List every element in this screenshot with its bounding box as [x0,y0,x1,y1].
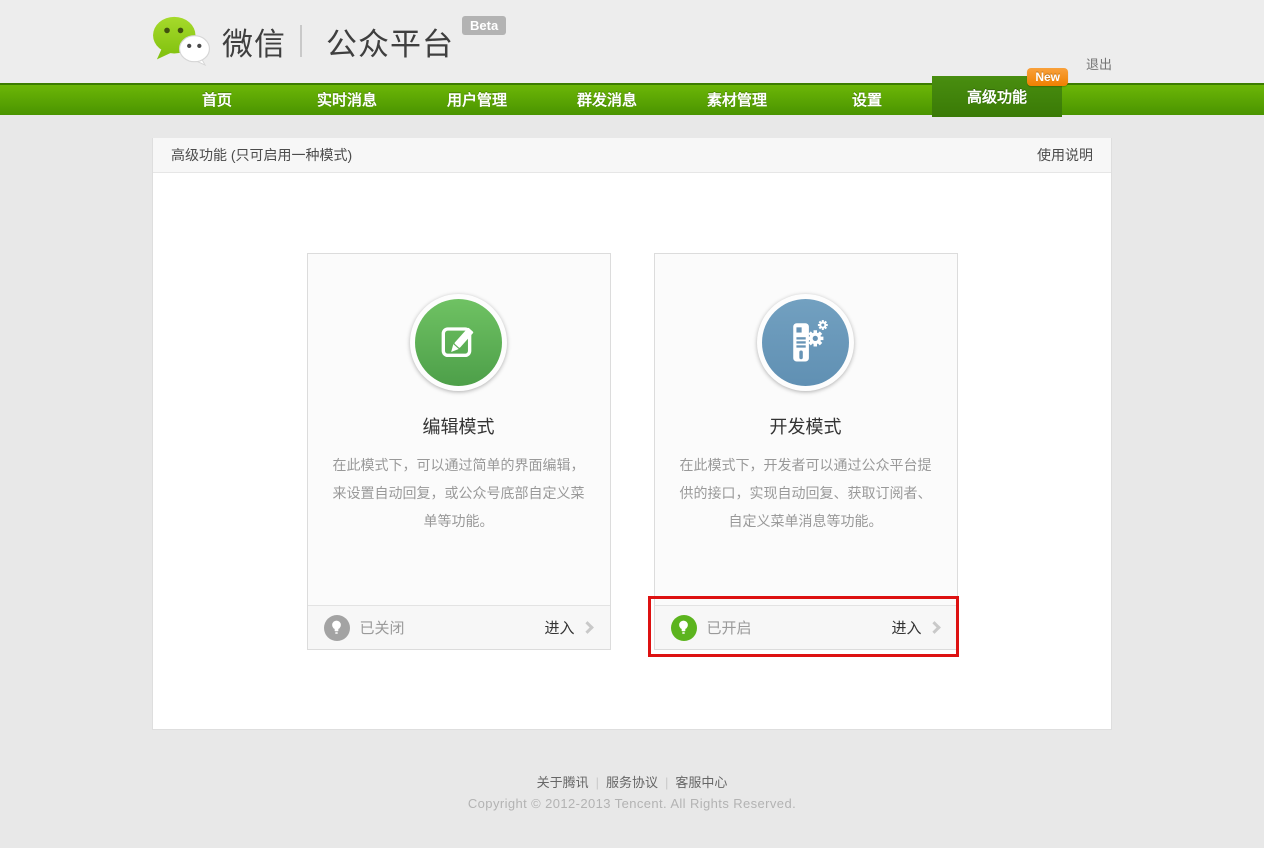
developer-mode-enter-link[interactable]: 进入 [891,617,940,638]
edit-mode-status: 已关闭 [360,617,545,638]
logout-link[interactable]: 退出 [1086,54,1112,73]
enter-label: 进入 [891,617,921,638]
page-title: 高级功能 (只可启用一种模式) [171,145,352,165]
logo-text-platform: 公众平台 [326,19,454,64]
nav-item-advanced-features[interactable]: 高级功能 New [932,76,1062,117]
top-header: 微信 公众平台 Beta 退出 [0,0,1264,83]
mode-cards-row: 编辑模式 在此模式下，可以通过简单的界面编辑，来设置自动回复，或公众号底部自定义… [153,173,1111,650]
footer-separator: | [658,775,675,790]
developer-mode-title: 开发模式 [655,413,957,439]
edit-mode-title: 编辑模式 [308,413,610,439]
chevron-right-icon [928,621,941,634]
edit-mode-icon-ring [410,294,507,391]
footer-link-about-tencent[interactable]: 关于腾讯 [537,775,589,790]
footer-link-customer-service[interactable]: 客服中心 [675,775,727,790]
enter-label: 进入 [544,617,574,638]
footer-link-terms-of-service[interactable]: 服务协议 [606,775,658,790]
wechat-bubbles-icon [150,14,212,68]
page-footer: 关于腾讯|服务协议|客服中心 Copyright © 2012-2013 Ten… [0,772,1264,811]
developer-mode-icon-ring [757,294,854,391]
nav-item-home[interactable]: 首页 [152,85,282,117]
developer-mode-status: 已开启 [707,617,892,638]
developer-mode-footer: 已开启 进入 [655,605,957,649]
lightbulb-icon [324,615,350,641]
nav-item-settings[interactable]: 设置 [802,85,932,117]
developer-mode-description: 在此模式下，开发者可以通过公众平台提供的接口，实现自动回复、获取订阅者、自定义菜… [655,439,957,535]
usage-instructions-link[interactable]: 使用说明 [1037,145,1093,165]
nav-item-realtime-messages[interactable]: 实时消息 [282,85,412,117]
edit-mode-footer: 已关闭 进入 [308,605,610,649]
new-badge: New [1027,68,1068,86]
edit-mode-enter-link[interactable]: 进入 [544,617,593,638]
lightbulb-icon [671,615,697,641]
chevron-right-icon [581,621,594,634]
footer-separator: | [589,775,606,790]
developer-mode-card: 开发模式 在此模式下，开发者可以通过公众平台提供的接口，实现自动回复、获取订阅者… [654,253,958,650]
nav-item-user-management[interactable]: 用户管理 [412,85,542,117]
footer-links: 关于腾讯|服务协议|客服中心 [0,772,1264,791]
nav-item-broadcast-messages[interactable]: 群发消息 [542,85,672,117]
edit-pencil-icon [415,299,502,386]
main-nav: 首页 实时消息 用户管理 群发消息 素材管理 设置 高级功能 New [0,83,1264,115]
nav-item-material-management[interactable]: 素材管理 [672,85,802,117]
logo-divider [300,25,302,57]
wechat-logo: 微信 公众平台 Beta [150,14,506,68]
edit-mode-card: 编辑模式 在此模式下，可以通过简单的界面编辑，来设置自动回复，或公众号底部自定义… [307,253,611,650]
nav-item-label: 高级功能 [967,89,1027,106]
logo-text-wechat: 微信 [222,19,286,64]
content-panel: 高级功能 (只可启用一种模式) 使用说明 [152,138,1112,730]
server-gears-icon [762,299,849,386]
beta-badge: Beta [462,16,506,35]
edit-mode-description: 在此模式下，可以通过简单的界面编辑，来设置自动回复，或公众号底部自定义菜单等功能… [308,439,610,535]
copyright-text: Copyright © 2012-2013 Tencent. All Right… [0,796,1264,811]
panel-header: 高级功能 (只可启用一种模式) 使用说明 [153,138,1111,173]
